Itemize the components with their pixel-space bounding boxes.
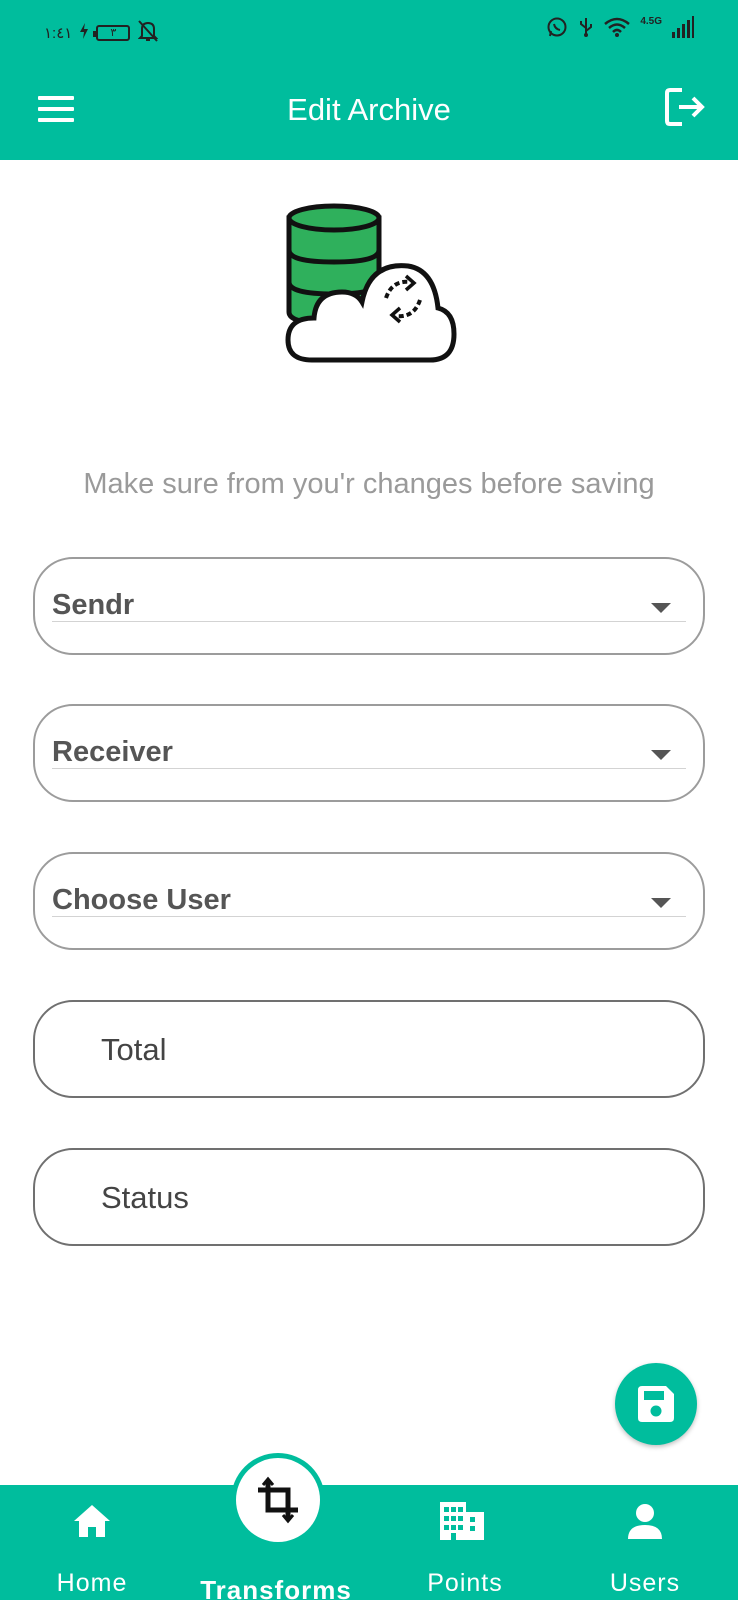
status-input[interactable] <box>101 1178 661 1218</box>
crop-icon <box>258 1476 298 1524</box>
nav-label-users: Users <box>609 1569 681 1597</box>
nav-item-home[interactable]: Home <box>40 1485 144 1600</box>
chevron-down-icon <box>651 898 671 908</box>
choose-user-dropdown-label: Choose User <box>52 884 231 916</box>
battery-level: ٣ <box>110 27 117 39</box>
nav-item-users[interactable]: Users <box>590 1485 700 1600</box>
logout-icon <box>665 88 705 126</box>
usb-icon <box>578 16 594 43</box>
archive-illustration <box>284 200 458 372</box>
bottom-nav: Home Transforms Points Users <box>0 1485 738 1600</box>
battery-icon: ٣ <box>93 25 131 41</box>
total-input[interactable] <box>101 1030 661 1070</box>
logout-button[interactable] <box>662 84 712 134</box>
chevron-down-icon <box>651 750 671 760</box>
save-hint-text: Make sure from you'r changes before savi… <box>83 468 655 500</box>
nav-item-points[interactable]: Points <box>410 1485 520 1600</box>
status-time: ١:٤١ <box>44 25 73 42</box>
database-cloud-sync-icon <box>285 203 457 363</box>
receiver-dropdown-label: Receiver <box>52 736 173 768</box>
choose-user-dropdown-underline <box>52 916 686 917</box>
sender-dropdown[interactable]: Sendr <box>33 557 705 655</box>
sender-dropdown-underline <box>52 621 686 622</box>
choose-user-dropdown[interactable]: Choose User <box>33 852 705 950</box>
nav-transforms-bubble[interactable] <box>236 1458 320 1542</box>
nav-label-points: Points <box>427 1569 503 1597</box>
receiver-dropdown-underline <box>52 768 686 769</box>
receiver-dropdown[interactable]: Receiver <box>33 704 705 802</box>
building-icon <box>440 1502 484 1540</box>
person-icon <box>628 1504 662 1539</box>
total-field <box>33 1000 705 1098</box>
signal-icon <box>672 16 694 43</box>
charging-icon <box>80 23 89 43</box>
status-right: 4.5G <box>546 16 694 43</box>
sender-dropdown-label: Sendr <box>52 589 135 621</box>
wifi-icon <box>604 17 631 42</box>
save-icon <box>638 1386 674 1422</box>
network-type: 4.5G <box>640 16 662 27</box>
home-icon <box>74 1505 110 1537</box>
nav-label-home: Home <box>56 1569 128 1597</box>
page-title: Edit Archive <box>287 92 451 127</box>
whatsapp-icon <box>546 16 568 43</box>
status-left: ١:٤١ ٣ <box>44 20 159 46</box>
app-bar: Edit Archive <box>0 60 738 160</box>
notifications-off-icon <box>137 20 159 46</box>
nav-label-transforms: Transforms <box>200 1575 352 1600</box>
chevron-down-icon <box>651 603 671 613</box>
save-button[interactable] <box>615 1363 697 1445</box>
status-bar: ١:٤١ ٣ 4.5G <box>0 0 738 60</box>
status-field <box>33 1148 705 1246</box>
